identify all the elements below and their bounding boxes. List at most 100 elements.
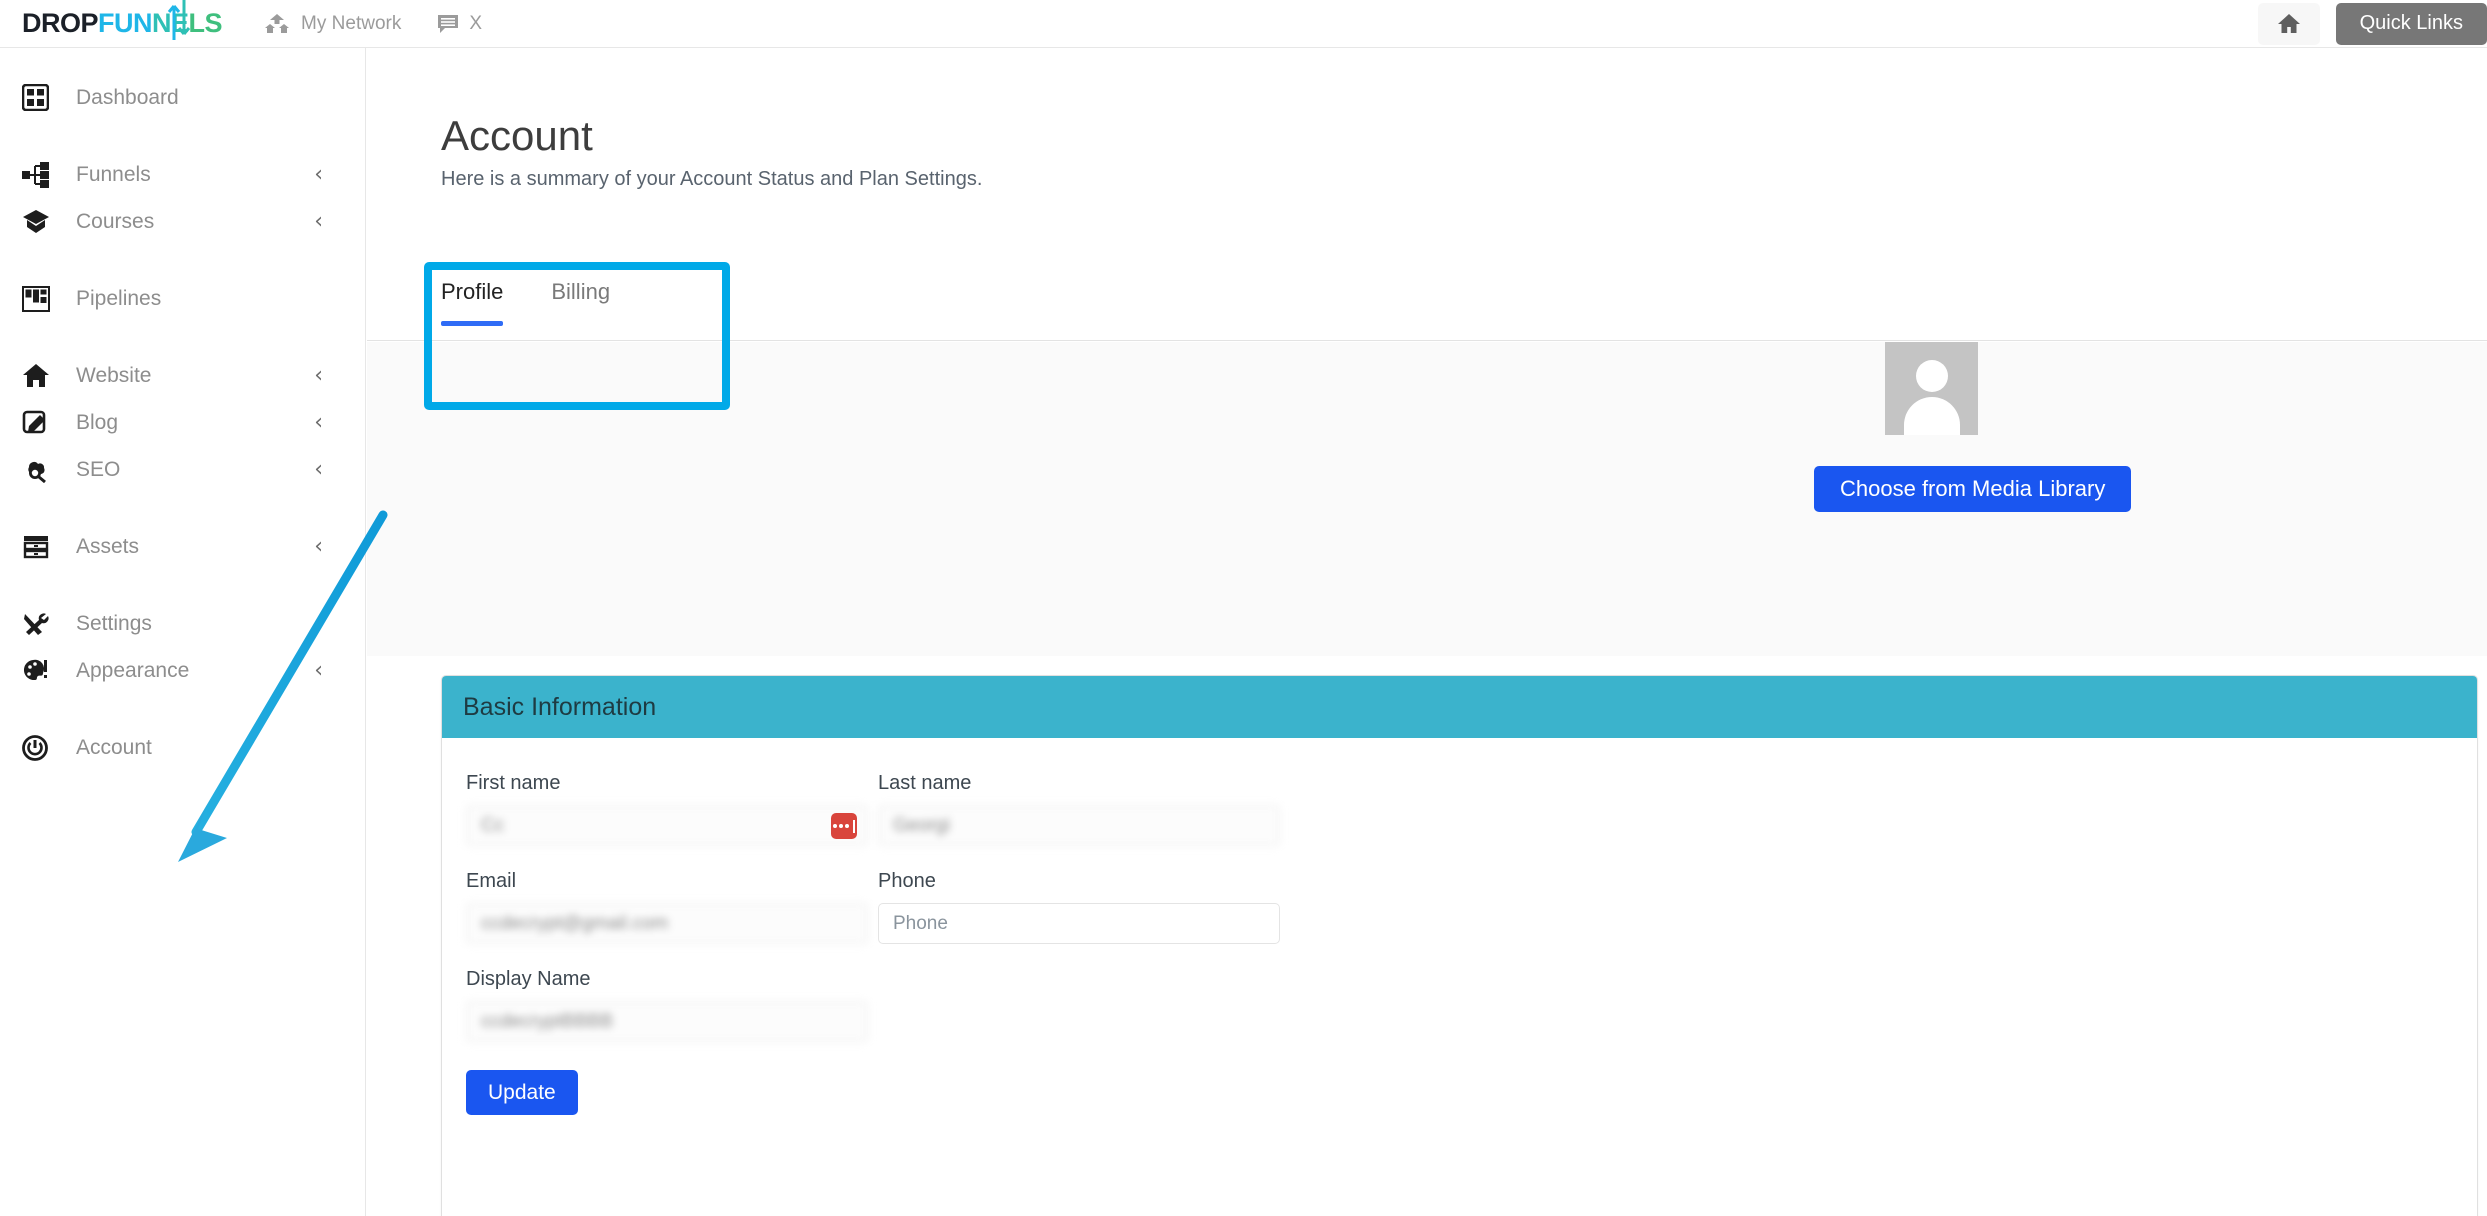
quick-links-label: Quick Links xyxy=(2359,12,2463,34)
avatar-section: Choose from Media Library xyxy=(367,342,2487,656)
sidebar-item-website[interactable]: Website ‹ xyxy=(0,352,365,399)
dropfunnels-logo[interactable]: DROP FUN NE LS xyxy=(22,0,223,40)
field-group-display-name: Display Name xyxy=(466,968,868,1042)
avatar-head-shape xyxy=(1916,360,1948,392)
logo-text-ls: LS xyxy=(188,8,223,38)
page-title: Account xyxy=(441,112,593,159)
funnels-hierarchy-icon xyxy=(22,160,56,190)
chevron-left-icon[interactable]: ‹ xyxy=(314,163,323,186)
courses-graduation-cap-icon xyxy=(22,207,56,237)
topnav-my-network[interactable]: My Network xyxy=(264,13,401,35)
dashboard-grid-icon xyxy=(22,83,56,113)
top-bar-right: Quick Links xyxy=(2257,0,2487,47)
sidebar-divider-2 xyxy=(0,245,365,275)
sidebar-divider-5 xyxy=(0,570,365,600)
lastpass-icon[interactable] xyxy=(831,813,857,839)
phone-label: Phone xyxy=(878,870,936,892)
first-name-input[interactable] xyxy=(466,805,868,846)
avatar-body-shape xyxy=(1904,397,1960,435)
sidebar-item-pipelines-label: Pipelines xyxy=(76,286,162,310)
sidebar-item-account-label: Account xyxy=(76,735,152,759)
sidebar-divider-4 xyxy=(0,493,365,523)
topnav-my-network-label: My Network xyxy=(301,12,402,34)
home-icon xyxy=(2277,13,2300,33)
form-row-names: First name Last name xyxy=(466,772,2453,846)
tab-profile-label: Profile xyxy=(441,279,504,304)
account-power-icon xyxy=(22,733,56,763)
update-button[interactable]: Update xyxy=(466,1070,578,1115)
quick-links-button[interactable]: Quick Links xyxy=(2335,2,2487,45)
sidebar-item-courses[interactable]: Courses ‹ xyxy=(0,198,365,245)
field-group-first-name: First name xyxy=(466,772,868,846)
logo-text-drop: DROP xyxy=(22,8,99,38)
first-name-label: First name xyxy=(466,772,561,794)
last-name-input[interactable] xyxy=(878,805,1280,846)
form-row-contact: Email Phone xyxy=(466,870,2453,944)
sidebar-item-blog-label: Blog xyxy=(76,410,119,434)
sidebar-item-settings[interactable]: Settings ‹ xyxy=(0,600,365,647)
chevron-left-icon[interactable]: ‹ xyxy=(314,659,323,682)
basic-information-card: Basic Information First name Last name xyxy=(441,675,2478,1216)
email-input[interactable] xyxy=(466,903,868,944)
avatar[interactable] xyxy=(1885,342,1978,435)
chevron-left-icon[interactable]: ‹ xyxy=(314,458,323,481)
field-group-phone: Phone xyxy=(878,870,1280,944)
form-spacer xyxy=(878,968,1280,1042)
sidebar-item-settings-label: Settings xyxy=(76,611,152,635)
sidebar-divider-6 xyxy=(0,694,365,724)
sidebar-item-appearance-label: Appearance xyxy=(76,658,190,682)
email-label: Email xyxy=(466,870,517,892)
sidebar-item-courses-label: Courses xyxy=(76,209,155,233)
tab-billing-label: Billing xyxy=(551,279,611,304)
chevron-left-icon[interactable]: ‹ xyxy=(314,210,323,233)
sidebar-item-assets[interactable]: Assets ‹ xyxy=(0,523,365,570)
card-header: Basic Information xyxy=(442,676,2477,738)
sidebar-divider-3 xyxy=(0,322,365,352)
chat-bubble-icon xyxy=(438,14,459,33)
field-group-last-name: Last name xyxy=(878,772,1280,846)
chevron-left-icon[interactable]: ‹ xyxy=(314,411,323,434)
settings-tools-icon xyxy=(22,609,56,639)
choose-from-media-library-button[interactable]: Choose from Media Library xyxy=(1814,466,2132,512)
topnav-comments[interactable]: X xyxy=(437,13,482,35)
website-home-icon xyxy=(22,361,56,391)
phone-input[interactable] xyxy=(878,903,1280,944)
sidebar-item-dashboard[interactable]: Dashboard xyxy=(0,74,365,121)
sidebar-navigation: Dashboard Funnels ‹ Courses ‹ Pipelines … xyxy=(0,48,366,1216)
sidebar-item-funnels-label: Funnels xyxy=(76,162,151,186)
card-header-title: Basic Information xyxy=(463,692,657,721)
blog-pencil-square-icon xyxy=(22,408,56,438)
sidebar-item-website-label: Website xyxy=(76,363,152,387)
network-houses-icon xyxy=(265,13,290,33)
sidebar-item-blog[interactable]: Blog ‹ xyxy=(0,399,365,446)
page-subtitle: Here is a summary of your Account Status… xyxy=(441,168,983,190)
pipelines-columns-icon xyxy=(22,284,56,314)
display-name-label: Display Name xyxy=(466,968,591,990)
field-group-email: Email xyxy=(466,870,868,944)
chevron-left-icon[interactable]: ‹ xyxy=(314,535,323,558)
tabs-bar: Profile Billing xyxy=(367,263,2487,341)
chevron-left-icon[interactable]: ‹ xyxy=(314,612,323,635)
appearance-palette-icon xyxy=(22,656,56,686)
assets-drawer-icon xyxy=(22,532,56,562)
main-content: Account Here is a summary of your Accoun… xyxy=(367,48,2487,1216)
logo-text-fun: FUN xyxy=(98,8,153,38)
sidebar-item-account[interactable]: Account xyxy=(0,724,365,771)
logo-arrows-icon xyxy=(167,0,191,40)
topnav-comments-count: X xyxy=(469,12,483,34)
form-row-display-name: Display Name xyxy=(466,968,2453,1042)
sidebar-item-dashboard-label: Dashboard xyxy=(76,85,179,109)
home-button[interactable] xyxy=(2257,2,2320,45)
sidebar-item-funnels[interactable]: Funnels ‹ xyxy=(0,151,365,198)
sidebar-item-appearance[interactable]: Appearance ‹ xyxy=(0,647,365,694)
sidebar-item-seo-label: SEO xyxy=(76,457,121,481)
top-bar: DROP FUN NE LS My Network X Quick Links xyxy=(0,0,2487,48)
display-name-input[interactable] xyxy=(466,1001,868,1042)
card-body: First name Last name xyxy=(442,738,2477,1115)
sidebar-item-seo[interactable]: SEO ‹ xyxy=(0,446,365,493)
tab-profile[interactable]: Profile xyxy=(441,263,504,326)
sidebar-divider-1 xyxy=(0,121,365,151)
tab-billing[interactable]: Billing xyxy=(551,263,610,325)
chevron-left-icon[interactable]: ‹ xyxy=(314,364,323,387)
sidebar-item-pipelines[interactable]: Pipelines xyxy=(0,275,365,322)
